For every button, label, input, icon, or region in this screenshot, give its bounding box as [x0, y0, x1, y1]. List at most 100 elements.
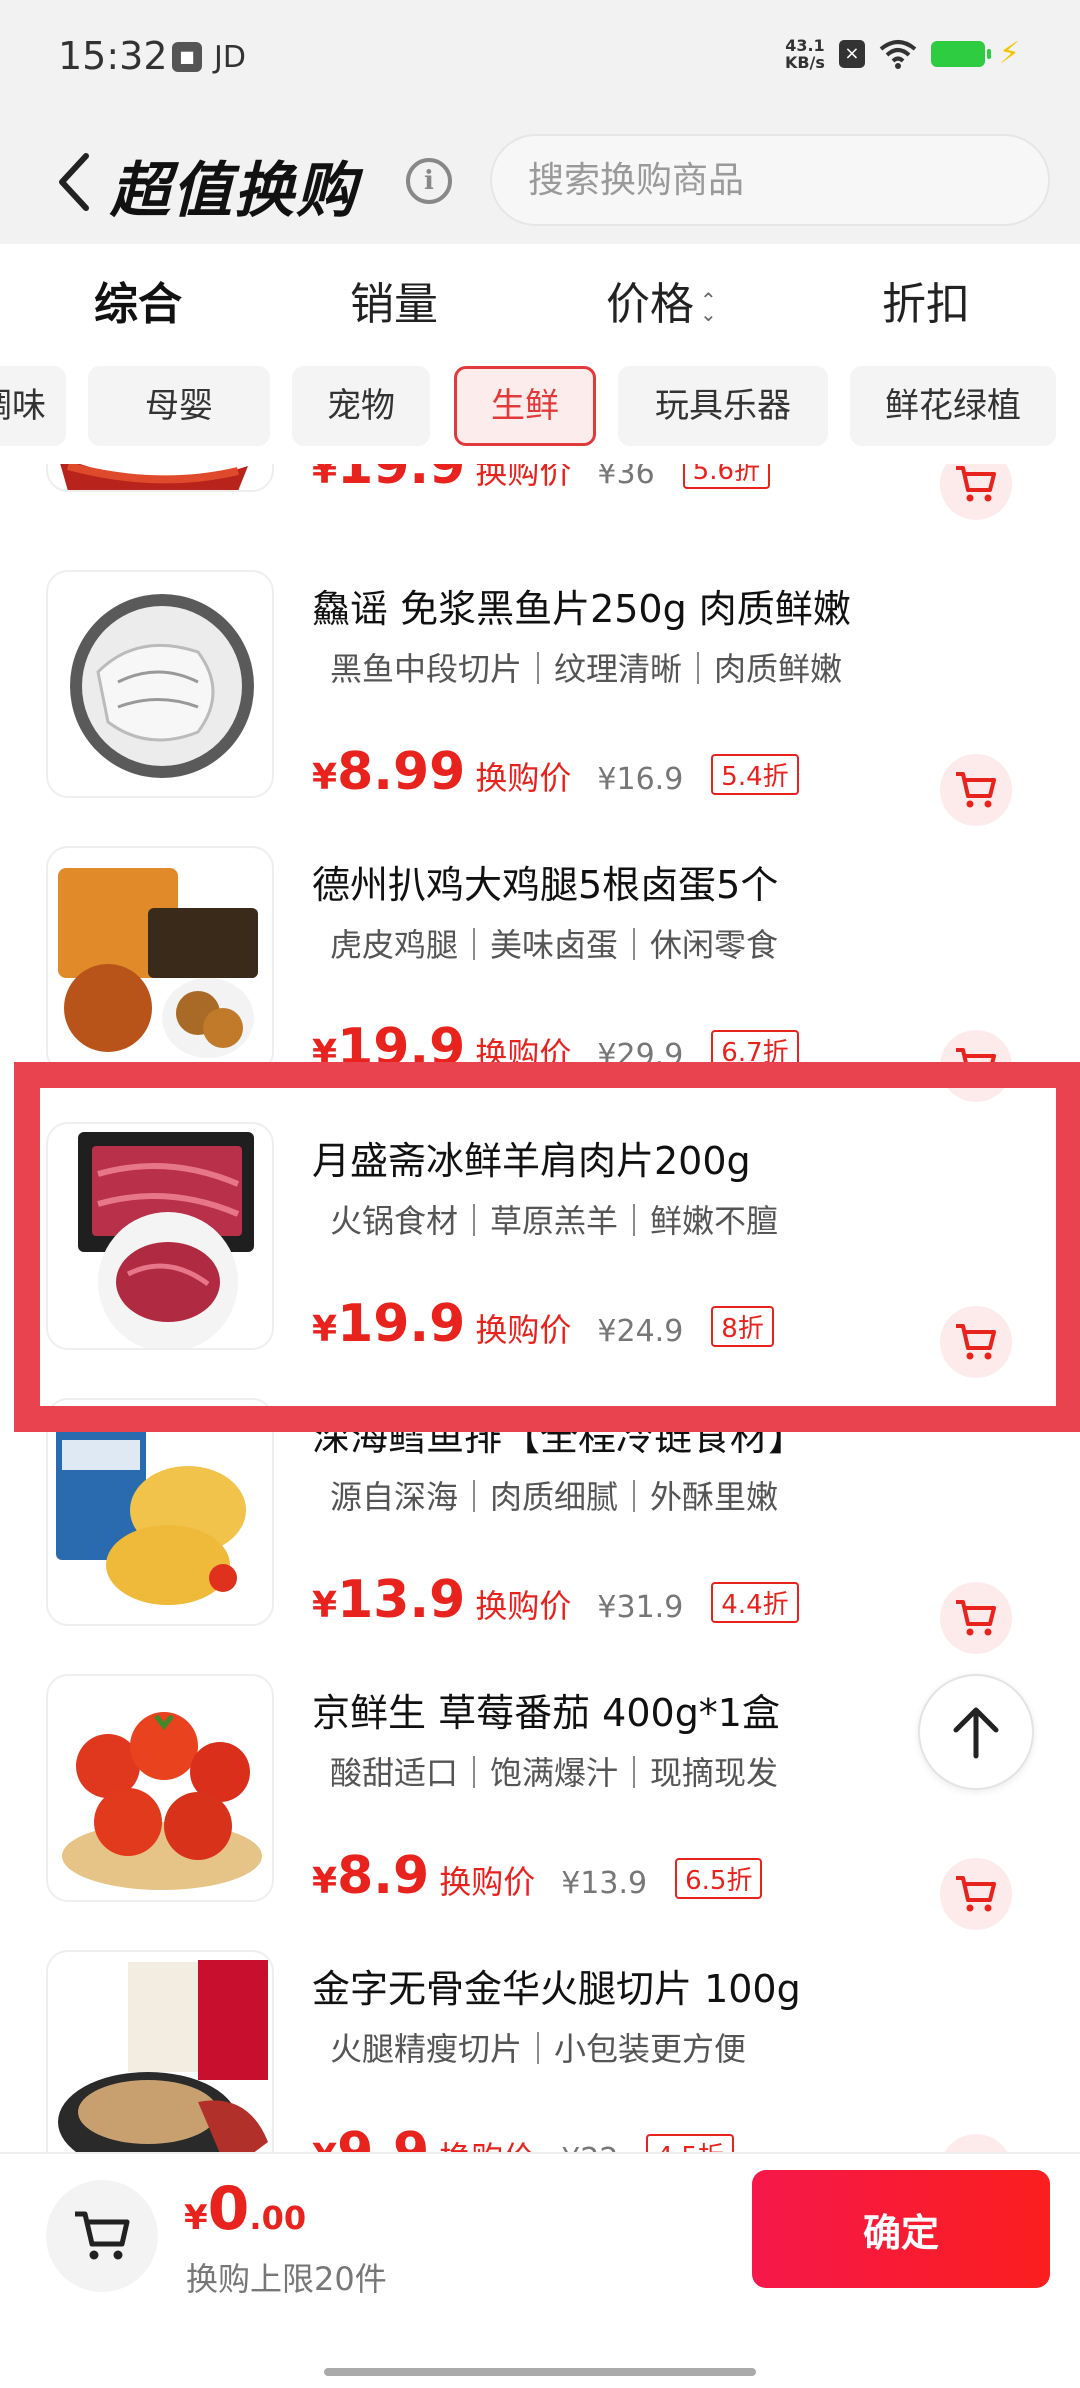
tab-price-label: 价格	[606, 279, 694, 330]
product-title: 鱻谣 免浆黑鱼片250g 肉质鲜嫩	[312, 587, 851, 631]
product-tags: 火锅食材｜草原羔羊｜鲜嫩不膻	[330, 1202, 779, 1240]
chip-seasoning[interactable]: 调味	[0, 366, 66, 446]
network-speed-value: 43.1	[785, 35, 825, 55]
product-title: 月盛斋冰鲜羊肩肉片200g	[312, 1139, 751, 1183]
exchange-price-label: 换购价	[439, 1863, 536, 1901]
original-price: ¥36	[597, 464, 655, 491]
price-row: ¥ 8.99 换购价 ¥16.9 5.4折	[312, 742, 799, 802]
network-speed: 43.1 KB/s	[785, 37, 825, 71]
sort-arrows-icon: ⌃ ⌄	[700, 288, 717, 326]
discount-badge: 5.4折	[711, 754, 799, 795]
discount-badge: 5.6折	[682, 464, 771, 489]
status-carrier: JD	[214, 40, 246, 75]
category-chips: 调味 母婴 宠物 生鲜 玩具乐器 鲜花绿植	[0, 354, 1080, 464]
add-to-cart-button[interactable]	[940, 1030, 1012, 1102]
home-indicator[interactable]	[324, 2368, 756, 2376]
exchange-price: 9.9	[337, 2122, 430, 2152]
product-tags: 源自深海｜肉质细腻｜外酥里嫩	[330, 1478, 779, 1516]
exchange-price: 8.9	[337, 1846, 430, 1906]
product-tags: 虎皮鸡腿｜美味卤蛋｜休闲零食	[330, 926, 779, 964]
exchange-price-label: 换购价	[475, 1035, 572, 1073]
page-title: 超值换购	[110, 156, 358, 226]
original-price: ¥29.9	[597, 1038, 684, 1073]
total-price: ¥0.00	[184, 2174, 306, 2244]
bottom-bar: ¥0.00 换购上限20件 确定	[0, 2152, 1080, 2388]
exchange-price-label: 换购价	[475, 464, 572, 491]
chip-pets[interactable]: 宠物	[292, 366, 430, 446]
cart-icon	[956, 466, 996, 502]
list-item[interactable]: 深海鳕鱼排【全程冷链食材】 源自深海｜肉质细腻｜外酥里嫩 ¥ 13.9 换购价 …	[0, 1388, 1080, 1664]
status-bar: 15:32 ■ JD 43.1 KB/s × ⚡	[0, 0, 1080, 120]
discount-badge: 8折	[711, 1306, 774, 1347]
battery-icon	[930, 40, 991, 67]
add-to-cart-button[interactable]	[940, 1582, 1012, 1654]
discount-badge: 6.5折	[675, 1858, 763, 1899]
add-to-cart-button[interactable]	[940, 754, 1012, 826]
original-price: ¥24.9	[597, 1314, 684, 1349]
confirm-button[interactable]: 确定	[752, 2170, 1050, 2288]
discount-badge: 4.5折	[646, 2134, 734, 2152]
exchange-price-label: 换购价	[475, 759, 572, 797]
exchange-price-label: 换购价	[475, 1587, 572, 1625]
add-to-cart-button[interactable]	[940, 1306, 1012, 1378]
original-price: ¥31.9	[597, 1590, 684, 1625]
original-price: ¥13.9	[561, 1866, 648, 1901]
chip-toys-instruments[interactable]: 玩具乐器	[618, 366, 828, 446]
cart-icon	[75, 2211, 130, 2260]
exchange-price: 8.99	[337, 742, 466, 802]
product-image	[46, 1674, 274, 1902]
total-integer: 0	[207, 2174, 250, 2244]
price-row: ¥ 9.9 换购价 ¥22 4.5折	[312, 2122, 734, 2152]
exchange-price-label: 换购价	[439, 2133, 535, 2152]
add-to-cart-button[interactable]	[940, 464, 1012, 520]
total-currency-symbol: ¥	[184, 2198, 208, 2238]
product-list: ¥ 19.9 换购价 ¥36 5.6折 鱻谣 免浆黑鱼片250g 肉质鲜嫩 黑鱼…	[0, 464, 1080, 2152]
product-tags: 黑鱼中段切片｜纹理清晰｜肉质鲜嫩	[330, 650, 843, 688]
network-speed-unit: KB/s	[784, 52, 825, 72]
back-icon[interactable]	[50, 150, 100, 214]
cart-icon	[956, 1048, 996, 1084]
arrow-up-icon	[953, 1707, 999, 1759]
exchange-price: 19.9	[337, 1294, 466, 1354]
price-row: ¥ 19.9 换购价 ¥24.9 8折	[312, 1294, 774, 1354]
info-icon[interactable]: i	[406, 158, 452, 204]
list-item[interactable]: 月盛斋冰鲜羊肩肉片200g 火锅食材｜草原羔羊｜鲜嫩不膻 ¥ 19.9 换购价 …	[0, 1112, 1080, 1388]
currency-symbol: ¥	[312, 1309, 338, 1350]
exchange-price: 19.9	[337, 1018, 466, 1078]
original-price: ¥22	[561, 2142, 618, 2152]
chip-flowers-plants[interactable]: 鲜花绿植	[850, 366, 1056, 446]
list-item[interactable]: 京鲜生 草莓番茄 400g*1盒 酸甜适口｜饱满爆汁｜现摘现发 ¥ 8.9 换购…	[0, 1664, 1080, 1940]
currency-symbol: ¥	[312, 2137, 337, 2152]
status-icons: 43.1 KB/s × ⚡	[785, 36, 1020, 71]
product-title: 京鲜生 草莓番茄 400g*1盒	[312, 1691, 780, 1735]
chip-baby[interactable]: 母婴	[88, 366, 270, 446]
list-item[interactable]: 德州扒鸡大鸡腿5根卤蛋5个 虎皮鸡腿｜美味卤蛋｜休闲零食 ¥ 19.9 换购价 …	[0, 836, 1080, 1112]
list-item[interactable]: 金字无骨金华火腿切片 100g 火腿精瘦切片｜小包装更方便 ¥ 9.9 换购价 …	[0, 1940, 1080, 2152]
tab-price[interactable]: 价格 ⌃ ⌄	[606, 268, 717, 332]
cart-button[interactable]	[46, 2180, 158, 2292]
chip-fresh[interactable]: 生鲜	[454, 366, 596, 446]
product-title: 深海鳕鱼排【全程冷链食材】	[312, 1415, 807, 1459]
product-image	[46, 1398, 274, 1626]
tab-discount[interactable]: 折扣	[882, 268, 970, 332]
list-item[interactable]: 鱻谣 免浆黑鱼片250g 肉质鲜嫩 黑鱼中段切片｜纹理清晰｜肉质鲜嫩 ¥ 8.9…	[0, 560, 1080, 836]
product-image	[46, 846, 274, 1074]
price-row: ¥ 19.9 换购价 ¥36 5.6折	[312, 464, 771, 496]
scroll-to-top-button[interactable]	[918, 1674, 1034, 1790]
list-item[interactable]: ¥ 19.9 换购价 ¥36 5.6折	[0, 464, 1080, 530]
charging-icon: ⚡	[998, 36, 1020, 71]
tab-sales[interactable]: 销量	[350, 268, 438, 332]
sort-tabs: 综合 销量 价格 ⌃ ⌄ 折扣	[0, 244, 1080, 354]
product-title: 金字无骨金华火腿切片 100g	[312, 1967, 801, 2011]
currency-symbol: ¥	[312, 464, 338, 492]
product-title: 德州扒鸡大鸡腿5根卤蛋5个	[312, 863, 779, 907]
app-notification-icon: ■	[172, 42, 202, 72]
product-image	[46, 1950, 274, 2152]
add-to-cart-button[interactable]	[940, 1858, 1012, 1930]
search-box[interactable]	[490, 134, 1050, 226]
discount-badge: 6.7折	[711, 1030, 799, 1071]
tab-comprehensive[interactable]: 综合	[94, 268, 182, 332]
add-to-cart-button[interactable]	[940, 2134, 1012, 2152]
product-tags: 火腿精瘦切片｜小包装更方便	[330, 2030, 747, 2068]
search-input[interactable]	[492, 136, 1048, 224]
